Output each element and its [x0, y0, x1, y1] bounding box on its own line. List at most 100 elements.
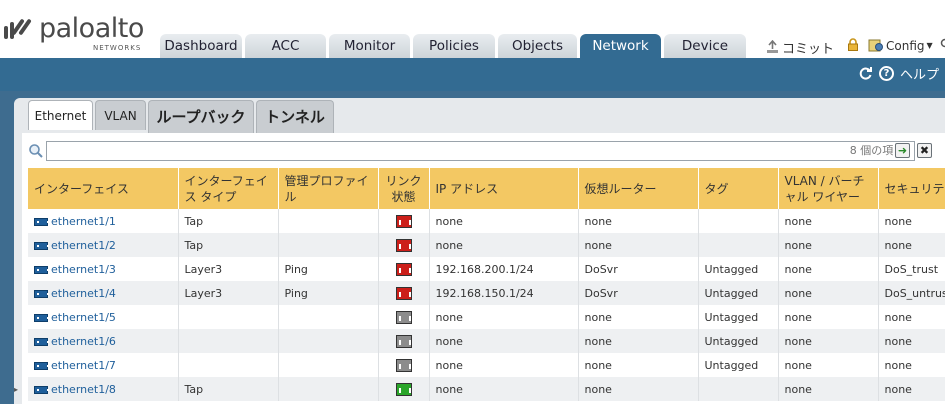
clear-filter-button[interactable]: ✖	[917, 143, 932, 158]
interface-type-text: Tap	[184, 238, 204, 252]
virtual-router-text: none	[584, 382, 612, 396]
cell-ip-address: none	[429, 233, 579, 257]
col-header-ip[interactable]: IP アドレス	[429, 168, 579, 209]
table-header-row: インターフェイス インターフェイス タイプ 管理プロファイル リンク 状態 IP…	[28, 168, 945, 209]
interface-type-text: Layer3	[184, 262, 223, 276]
vlan-vwire-text: none	[784, 310, 812, 324]
ip-address-text: none	[435, 382, 463, 396]
commit-button[interactable]: コミット	[765, 38, 834, 57]
filter-input[interactable]: 8 個の項目s	[46, 141, 915, 161]
tab-monitor[interactable]: Monitor	[329, 34, 410, 58]
ip-address-text: none	[435, 358, 463, 372]
help-icon[interactable]: ?	[878, 66, 894, 81]
col-header-tag[interactable]: タグ	[698, 168, 779, 209]
col-header-virtual-router[interactable]: 仮想ルーター	[578, 168, 699, 209]
cell-virtual-router: DoSvr	[578, 257, 699, 281]
virtual-router-text: none	[584, 238, 612, 252]
table-row[interactable]: ethernet1/8 Tap none none none none	[28, 377, 945, 401]
table-row[interactable]: ethernet1/3 Layer3 Ping 192.168.200.1/24 DoS…	[28, 257, 945, 281]
link-status-gray-icon	[395, 334, 412, 348]
cell-ip-address: none	[429, 209, 579, 233]
cell-interface-type: Tap	[178, 209, 279, 233]
ethernet-port-icon	[34, 217, 49, 226]
tab-policies[interactable]: Policies	[413, 34, 495, 58]
vlan-vwire-text: none	[784, 286, 812, 300]
col-header-security-zone[interactable]: セキュリティ	[878, 168, 945, 209]
col-header-vlan[interactable]: VLAN / バーチャル ワイヤー	[778, 168, 879, 209]
tag-text: Untagged	[704, 286, 759, 300]
tab-device[interactable]: Device	[664, 34, 746, 58]
cell-security-zone: none	[878, 329, 945, 353]
subtab-tunnel[interactable]: トンネル	[256, 100, 334, 133]
filter-search-icon	[29, 144, 43, 158]
tab-objects[interactable]: Objects	[498, 34, 577, 58]
interface-name-text[interactable]: ethernet1/5	[51, 311, 116, 324]
ip-address-text: none	[435, 334, 463, 348]
table-row[interactable]: ethernet1/5 none none Untagged none none	[28, 305, 945, 329]
cell-virtual-router: none	[578, 209, 699, 233]
cell-interface-type: Tap	[178, 233, 279, 257]
cell-interface-name[interactable]: ethernet1/3	[28, 257, 179, 281]
table-row[interactable]: ethernet1/4 Layer3 Ping 192.168.150.1/24 DoS…	[28, 281, 945, 305]
ethernet-port-icon	[34, 361, 49, 370]
interface-type-text: Tap	[184, 214, 204, 228]
tab-acc[interactable]: ACC	[245, 34, 326, 58]
tab-dashboard[interactable]: Dashboard	[160, 34, 242, 58]
interface-name-text[interactable]: ethernet1/4	[51, 287, 116, 300]
ip-address-text: 192.168.150.1/24	[435, 286, 534, 300]
lock-button[interactable]	[847, 38, 859, 51]
cell-interface-name[interactable]: ethernet1/7	[28, 353, 179, 377]
cell-interface-name[interactable]: ethernet1/4	[28, 281, 179, 305]
cell-interface-name[interactable]: ethernet1/2	[28, 233, 179, 257]
cell-mgmt-profile	[278, 209, 379, 233]
cell-vlan-vwire: none	[778, 233, 879, 257]
vlan-vwire-text: none	[784, 334, 812, 348]
col-header-interface[interactable]: インターフェイス	[28, 168, 179, 209]
subtab-loopback[interactable]: ループバック	[148, 100, 254, 133]
cell-interface-name[interactable]: ethernet1/5	[28, 305, 179, 329]
vlan-vwire-text: none	[784, 238, 812, 252]
cell-security-zone: DoS_untrust	[878, 281, 945, 305]
cell-vlan-vwire: none	[778, 353, 879, 377]
col-header-mgmt-profile[interactable]: 管理プロファイル	[278, 168, 379, 209]
cell-tag: Untagged	[698, 257, 779, 281]
cell-tag	[698, 377, 779, 401]
search-button[interactable]	[939, 38, 945, 50]
config-menu[interactable]: Config ▼	[868, 38, 933, 53]
table-row[interactable]: ethernet1/7 none none Untagged none none	[28, 353, 945, 377]
cell-security-zone: none	[878, 377, 945, 401]
table-row[interactable]: ethernet1/1 Tap none none none none	[28, 209, 945, 233]
interface-name-text[interactable]: ethernet1/3	[51, 263, 116, 276]
mgmt-profile-text: Ping	[284, 262, 308, 276]
tab-network[interactable]: Network	[580, 34, 661, 59]
commit-label: コミット	[782, 42, 835, 57]
commit-icon	[767, 40, 778, 53]
table-row[interactable]: ethernet1/2 Tap none none none none	[28, 233, 945, 257]
collapse-handle[interactable]: ▸	[14, 385, 22, 404]
interface-name-text[interactable]: ethernet1/7	[51, 359, 116, 372]
interface-name-text[interactable]: ethernet1/6	[51, 335, 116, 348]
interface-name-text[interactable]: ethernet1/1	[51, 215, 116, 228]
table-row[interactable]: ethernet1/6 none none Untagged none none	[28, 329, 945, 353]
tag-text: Untagged	[704, 358, 759, 372]
col-header-type[interactable]: インターフェイス タイプ	[178, 168, 279, 209]
cell-interface-name[interactable]: ethernet1/1	[28, 209, 179, 233]
tag-text: Untagged	[704, 310, 759, 324]
interface-name-text[interactable]: ethernet1/8	[51, 383, 116, 396]
security-zone-text: none	[884, 214, 912, 228]
interface-name-text[interactable]: ethernet1/2	[51, 239, 116, 252]
cell-vlan-vwire: none	[778, 305, 879, 329]
apply-filter-button[interactable]: ➜	[895, 143, 910, 158]
cell-ip-address: none	[429, 353, 579, 377]
config-icon	[868, 39, 883, 52]
subtab-ethernet[interactable]: Ethernet	[28, 100, 93, 130]
cell-interface-type: Layer3	[178, 281, 279, 305]
cell-interface-name[interactable]: ethernet1/6	[28, 329, 179, 353]
help-link[interactable]: ヘルプ	[900, 64, 939, 83]
cell-interface-name[interactable]: ethernet1/8	[28, 377, 179, 401]
arrow-right-icon: ➜	[897, 144, 908, 157]
cell-ip-address: none	[429, 329, 579, 353]
subtab-vlan[interactable]: VLAN	[95, 100, 146, 130]
refresh-icon[interactable]	[858, 66, 873, 81]
col-header-link-state[interactable]: リンク 状態	[378, 168, 430, 209]
